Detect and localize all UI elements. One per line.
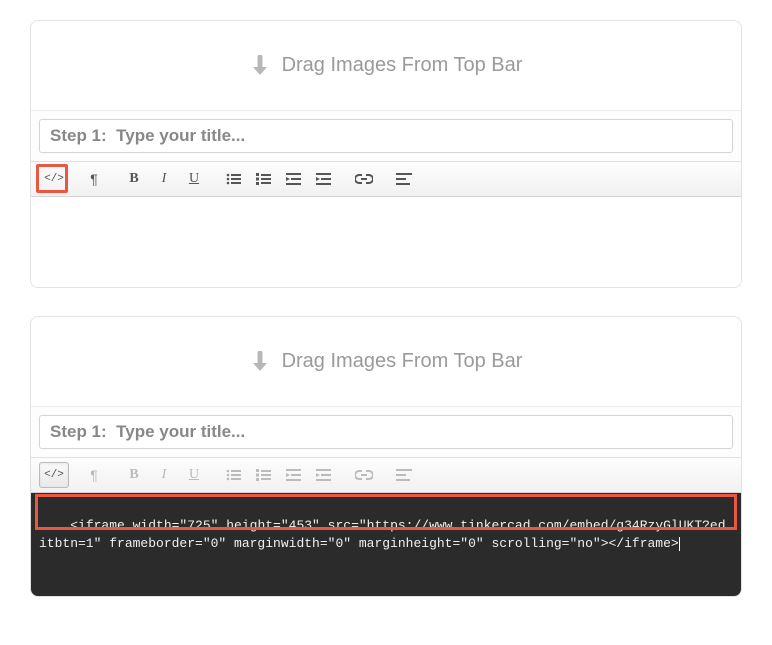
code-content: <iframe width="725" height="453" src="ht… (39, 518, 726, 551)
image-dropzone[interactable]: Drag Images From Top Bar (31, 21, 741, 111)
underline-button[interactable]: U (179, 166, 209, 192)
link-button[interactable] (349, 462, 379, 488)
down-arrow-icon (250, 55, 270, 77)
ol-button[interactable] (249, 166, 279, 192)
editor-panel-before: Drag Images From Top Bar </> ¶ B I U (30, 20, 742, 288)
indent-button[interactable] (309, 166, 339, 192)
align-button[interactable] (389, 462, 419, 488)
ol-button[interactable] (249, 462, 279, 488)
ul-button[interactable] (219, 166, 249, 192)
bold-button[interactable]: B (119, 462, 149, 488)
code-view-button[interactable]: </> (39, 462, 69, 488)
outdent-button[interactable] (279, 462, 309, 488)
paragraph-button[interactable]: ¶ (79, 462, 109, 488)
image-dropzone[interactable]: Drag Images From Top Bar (31, 317, 741, 407)
code-editor-body[interactable]: <iframe width="725" height="453" src="ht… (31, 493, 741, 596)
dropzone-label: Drag Images From Top Bar (282, 54, 523, 77)
paragraph-button[interactable]: ¶ (79, 166, 109, 192)
italic-button[interactable]: I (149, 166, 179, 192)
ul-button[interactable] (219, 462, 249, 488)
editor-panel-after: Drag Images From Top Bar </> ¶ B I U (30, 316, 742, 597)
bold-button[interactable]: B (119, 166, 149, 192)
editor-toolbar: </> ¶ B I U (31, 457, 741, 493)
indent-button[interactable] (309, 462, 339, 488)
link-button[interactable] (349, 166, 379, 192)
text-cursor (679, 537, 680, 551)
italic-button[interactable]: I (149, 462, 179, 488)
down-arrow-icon (250, 351, 270, 373)
outdent-button[interactable] (279, 166, 309, 192)
step-title-input[interactable] (39, 119, 733, 153)
editor-body[interactable] (31, 197, 741, 287)
editor-toolbar: </> ¶ B I U (31, 161, 741, 197)
align-button[interactable] (389, 166, 419, 192)
dropzone-label: Drag Images From Top Bar (282, 350, 523, 373)
underline-button[interactable]: U (179, 462, 209, 488)
code-view-button[interactable]: </> (39, 166, 69, 192)
step-title-input[interactable] (39, 415, 733, 449)
